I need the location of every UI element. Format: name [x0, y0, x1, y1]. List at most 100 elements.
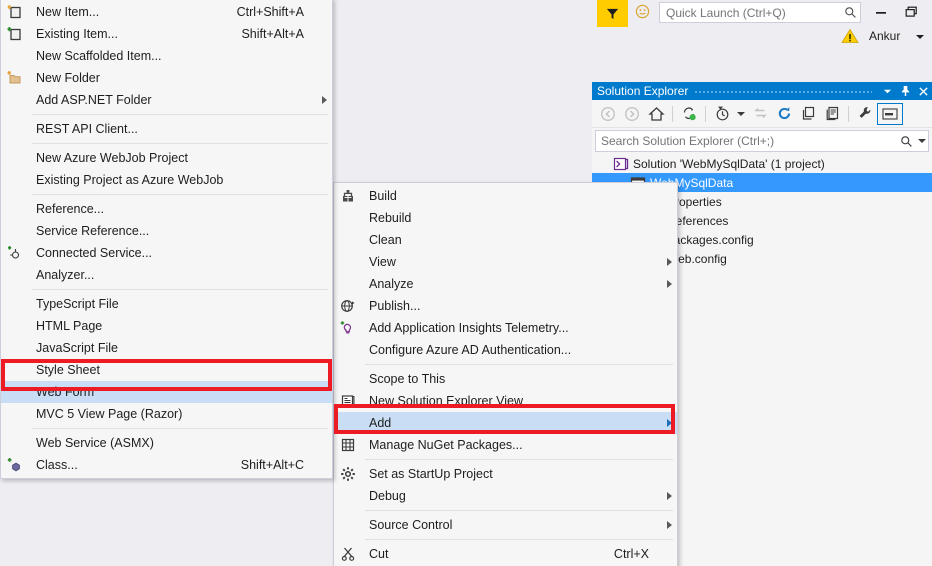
- menu-item-typescript-file[interactable]: TypeScript File: [1, 293, 332, 315]
- menu-item-label: Existing Project as Azure WebJob: [36, 173, 224, 187]
- back-icon[interactable]: [596, 102, 620, 126]
- menu-item-analyze[interactable]: Analyze: [334, 273, 677, 295]
- pin-icon[interactable]: [896, 82, 914, 100]
- collapse-all-icon[interactable]: [748, 102, 772, 126]
- menu-item-shortcut: Shift+Alt+A: [241, 27, 304, 41]
- no-icon: [1, 147, 29, 169]
- chevron-down-icon[interactable]: [916, 139, 928, 143]
- menu-item-html-page[interactable]: HTML Page: [1, 315, 332, 337]
- menu-item-rest-api-client[interactable]: REST API Client...: [1, 118, 332, 140]
- toolbar-separator: [848, 105, 849, 122]
- menu-item-label: Analyze: [369, 277, 414, 291]
- toolbar-separator: [705, 105, 706, 122]
- menu-item-new-item[interactable]: New Item... Ctrl+Shift+A: [1, 1, 332, 23]
- app-insights-icon: [334, 317, 362, 339]
- menu-item-new-solution-explorer-view[interactable]: New Solution Explorer View: [334, 390, 677, 412]
- chevron-right-icon: [661, 280, 677, 288]
- no-icon: [1, 89, 29, 111]
- quick-launch-input[interactable]: [660, 4, 840, 21]
- tree-item[interactable]: Solution 'WebMySqlData' (1 project): [592, 154, 932, 173]
- search-solution-explorer-box[interactable]: [595, 130, 929, 152]
- visual-studio-window: Ankur Solution Explorer: [0, 0, 932, 566]
- project-context-menu[interactable]: Build Rebuild Clean View Analyze Publish... Ad…: [333, 182, 678, 566]
- funnel-icon[interactable]: [597, 0, 628, 27]
- menu-item-manage-nuget-packages[interactable]: Manage NuGet Packages...: [334, 434, 677, 456]
- preview-selected-items-icon[interactable]: [877, 102, 903, 125]
- menu-item-new-folder[interactable]: New Folder: [1, 67, 332, 89]
- new-item-icon: [1, 1, 29, 23]
- home-icon[interactable]: [644, 102, 668, 126]
- menu-item-new-azure-webjob-project[interactable]: New Azure WebJob Project: [1, 147, 332, 169]
- menu-item-scope-to-this[interactable]: Scope to This: [334, 368, 677, 390]
- chevron-right-icon: [661, 258, 677, 266]
- menu-item-add-asp-net-folder[interactable]: Add ASP.NET Folder: [1, 89, 332, 111]
- menu-item-source-control[interactable]: Source Control: [334, 514, 677, 536]
- pending-changes-filter-icon[interactable]: [710, 102, 734, 126]
- pending-changes-dropdown-icon[interactable]: [734, 102, 748, 126]
- menu-item-web-form[interactable]: Web Form: [1, 381, 332, 403]
- menu-item-cut[interactable]: Cut Ctrl+X: [334, 543, 677, 565]
- properties-icon[interactable]: [853, 102, 877, 126]
- menu-item-label: Publish...: [369, 299, 421, 313]
- minimize-icon[interactable]: [868, 2, 894, 22]
- sync-with-active-document-icon[interactable]: [677, 102, 701, 126]
- chevron-down-icon[interactable]: [878, 82, 896, 100]
- no-icon: [1, 381, 29, 403]
- class-icon: [1, 454, 29, 476]
- solution-explorer-toolbar: [592, 100, 932, 128]
- no-expander: [596, 154, 612, 173]
- chevron-down-icon[interactable]: [916, 35, 924, 39]
- menu-item-rebuild[interactable]: Rebuild: [334, 207, 677, 229]
- smiley-icon[interactable]: [634, 4, 651, 21]
- add-submenu[interactable]: New Item... Ctrl+Shift+A Existing Item... S…: [0, 0, 333, 479]
- menu-item-analyzer[interactable]: Analyzer...: [1, 264, 332, 286]
- solution-icon: [612, 154, 630, 173]
- menu-item-publish[interactable]: Publish...: [334, 295, 677, 317]
- menu-item-set-as-startup-project[interactable]: Set as StartUp Project: [334, 463, 677, 485]
- forward-icon[interactable]: [620, 102, 644, 126]
- menu-item-existing-project-as-azure-webjob[interactable]: Existing Project as Azure WebJob: [1, 169, 332, 191]
- show-all-files-icon[interactable]: [796, 102, 820, 126]
- view-code-icon[interactable]: [820, 102, 844, 126]
- no-icon: [334, 412, 362, 434]
- connected-service-icon: [1, 242, 29, 264]
- no-icon: [1, 45, 29, 67]
- menu-item-existing-item[interactable]: Existing Item... Shift+Alt+A: [1, 23, 332, 45]
- menu-item-shortcut: Ctrl+Shift+A: [236, 5, 304, 19]
- user-account-name[interactable]: Ankur: [869, 28, 900, 45]
- close-icon[interactable]: [914, 82, 932, 100]
- chevron-right-icon: [661, 419, 677, 427]
- menu-item-label: TypeScript File: [36, 297, 119, 311]
- menu-item-class[interactable]: Class... Shift+Alt+C: [1, 454, 332, 476]
- menu-item-web-service-asmx[interactable]: Web Service (ASMX): [1, 432, 332, 454]
- menu-item-javascript-file[interactable]: JavaScript File: [1, 337, 332, 359]
- menu-item-label: JavaScript File: [36, 341, 118, 355]
- menu-item-debug[interactable]: Debug: [334, 485, 677, 507]
- menu-item-service-reference[interactable]: Service Reference...: [1, 220, 332, 242]
- warning-icon[interactable]: [841, 28, 859, 44]
- menu-item-connected-service[interactable]: Connected Service...: [1, 242, 332, 264]
- menu-item-reference[interactable]: Reference...: [1, 198, 332, 220]
- restore-icon[interactable]: [898, 2, 924, 22]
- no-icon: [1, 118, 29, 140]
- no-icon: [334, 207, 362, 229]
- panel-drag-grip[interactable]: [694, 82, 872, 100]
- menu-item-clean[interactable]: Clean: [334, 229, 677, 251]
- no-icon: [1, 293, 29, 315]
- menu-item-new-scaffolded-item[interactable]: New Scaffolded Item...: [1, 45, 332, 67]
- menu-item-view[interactable]: View: [334, 251, 677, 273]
- quick-launch-box[interactable]: [659, 2, 861, 23]
- menu-item-add-application-insights-telemetry[interactable]: Add Application Insights Telemetry...: [334, 317, 677, 339]
- menu-item-add[interactable]: Add: [334, 412, 677, 434]
- menu-item-style-sheet[interactable]: Style Sheet: [1, 359, 332, 381]
- menu-item-mvc-5-view-page-razor[interactable]: MVC 5 View Page (Razor): [1, 403, 332, 425]
- chevron-right-icon: [316, 96, 332, 104]
- no-icon: [334, 251, 362, 273]
- menu-item-configure-azure-ad-authentication[interactable]: Configure Azure AD Authentication...: [334, 339, 677, 361]
- no-icon: [1, 264, 29, 286]
- search-input[interactable]: [596, 133, 897, 149]
- menu-item-build[interactable]: Build: [334, 185, 677, 207]
- menu-item-label: New Item...: [36, 5, 100, 19]
- refresh-icon[interactable]: [772, 102, 796, 126]
- no-icon: [1, 220, 29, 242]
